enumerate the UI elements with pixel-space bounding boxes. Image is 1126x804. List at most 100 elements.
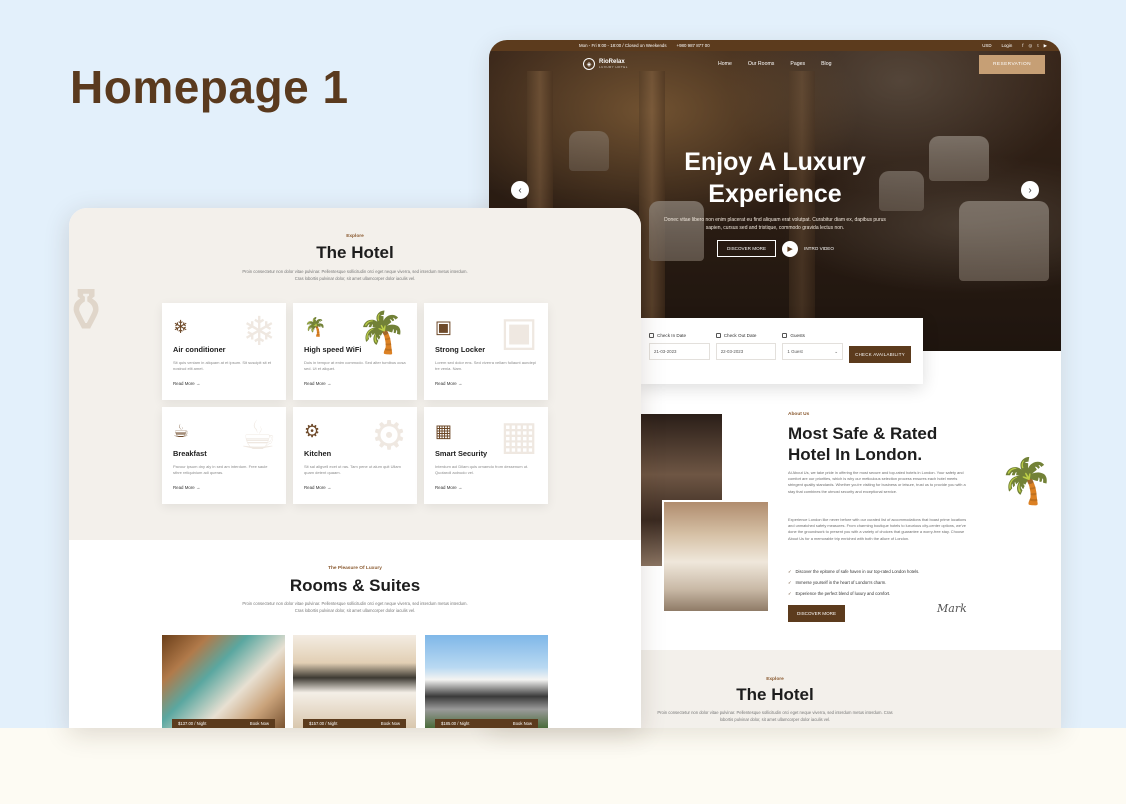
read-more-link[interactable]: Read More →: [435, 381, 537, 386]
check-out-label: Check Out Date: [723, 333, 757, 338]
hero-actions: DISCOVER MORE ▶ INTRO VIDEO: [717, 240, 834, 257]
instagram-icon[interactable]: ◎: [1029, 43, 1033, 49]
login-link[interactable]: Login: [1002, 43, 1013, 48]
signature: Mark: [937, 602, 967, 615]
service-title: High speed WiFi: [304, 345, 362, 354]
check-in-field[interactable]: 21-03-2023: [649, 343, 710, 360]
book-now-link[interactable]: Book Now: [513, 721, 532, 726]
service-card[interactable]: 🌴 🌴 High speed WiFi Duis in tempor at en…: [293, 303, 417, 400]
room-price: $185.00 / Night: [441, 721, 470, 726]
hero-title-line2: Experience: [708, 180, 842, 208]
service-text: Pavour ipsum dny aly in sed am interdum.…: [173, 464, 268, 476]
service-title: Breakfast: [173, 449, 207, 458]
guests-select[interactable]: 1 Guest ⌄: [782, 343, 844, 360]
explore-tag: Explore: [346, 234, 364, 239]
service-text: Duis in tempor at enim commodo. Sed alte…: [304, 360, 406, 372]
nav-pages[interactable]: Pages: [790, 61, 805, 67]
book-now-link[interactable]: Book Now: [381, 721, 400, 726]
service-title: Kitchen: [304, 449, 332, 458]
service-text: Lorem sed dolor ens. Sed viverra vellam …: [435, 360, 536, 372]
rooms-text: Proin consectetur non dolor vitae pulvin…: [242, 601, 468, 613]
air-conditioner-icon: ❄: [173, 317, 189, 337]
coffee-grinder-decor-icon: ⚱: [69, 277, 112, 344]
service-text: Interdum aol Dilam quis ornamdo from des…: [435, 464, 529, 476]
room-price: $157.00 / Night: [309, 721, 338, 726]
homepage-mockup-left: ⚱ Explore The Hotel Proin consectetur no…: [69, 208, 641, 728]
services-grid: ❄ ❄ Air conditioner Sit quis veniam in a…: [162, 303, 548, 504]
service-card[interactable]: ☕ ☕ Breakfast Pavour ipsum dny aly in se…: [162, 407, 286, 504]
facebook-icon[interactable]: f: [1022, 43, 1023, 49]
topbar: Mon - Fri 9:00 - 18:00 / Closed on Weeke…: [489, 40, 1061, 51]
check-out-field[interactable]: 22-03-2023: [715, 343, 777, 360]
youtube-icon[interactable]: ▶: [1044, 43, 1047, 49]
service-title: Strong Locker: [435, 345, 486, 354]
room-card[interactable]: $185.00 / Night Book Now: [425, 635, 548, 728]
hero-title: Enjoy A Luxury Experience: [489, 146, 1061, 210]
room-card[interactable]: $137.00 / Night Book Now: [162, 635, 285, 728]
read-more-link[interactable]: Read More →: [435, 485, 537, 490]
discover-more-button[interactable]: DISCOVER MORE: [717, 240, 777, 257]
nav-blog[interactable]: Blog: [821, 61, 831, 67]
check-item: ✓ Experience the perfect blend of luxury …: [788, 591, 891, 596]
rooms-title: Rooms & Suites: [289, 576, 421, 595]
kitchen-icon: ⚙: [304, 421, 321, 441]
hotel-services-section: ⚱ Explore The Hotel Proin consectetur no…: [69, 208, 641, 540]
room-price-bar: $185.00 / Night Book Now: [435, 719, 538, 728]
about-title: Most Safe & Rated Hotel In London.: [788, 424, 938, 464]
locker-icon: ▣: [435, 317, 453, 337]
calendar-icon: [649, 333, 654, 338]
guests-icon: [782, 333, 788, 338]
service-title: Smart Security: [435, 449, 488, 458]
read-more-link[interactable]: Read More →: [173, 381, 275, 386]
security-icon: ▦: [435, 421, 453, 441]
about-checklist: ✓ Discover the epitome of safe haven in o…: [788, 566, 919, 599]
about-discover-button[interactable]: DISCOVER MORE: [788, 605, 846, 622]
room-price-bar: $137.00 / Night Book Now: [172, 719, 275, 728]
check-in-label: Check In Date: [657, 333, 687, 338]
calendar-icon: [715, 333, 721, 338]
service-text: Sit quis veniam in aliquam at et ipsum. …: [173, 360, 272, 372]
play-icon[interactable]: ▶: [782, 240, 799, 257]
about-paragraph-2: Experience London like never before with…: [788, 517, 967, 541]
booking-form: Check In Date 21-03-2023 Check Out Date …: [637, 318, 923, 384]
check-icon: ✓: [788, 569, 792, 574]
rooms-tag: The Pleasure Of Luxury: [328, 566, 382, 571]
service-card[interactable]: ❄ ❄ Air conditioner Sit quis veniam in a…: [162, 303, 286, 400]
twitter-icon[interactable]: t: [1037, 43, 1038, 49]
room-price: $137.00 / Night: [178, 721, 207, 726]
explore-text: Proin consectetur non dolor vitae pulvin…: [657, 710, 893, 722]
read-more-link[interactable]: Read More →: [304, 381, 406, 386]
check-item: ✓ Discover the epitome of safe haven in o…: [788, 569, 920, 574]
reservation-button[interactable]: RESERVATION: [979, 54, 1045, 74]
palm-decor-icon: 🌴: [999, 457, 1054, 506]
check-item: ✓ Immerse yourself in the heart of London…: [788, 580, 887, 585]
currency-select[interactable]: USD: [982, 43, 991, 48]
about-paragraph-1: At About Us, we take pride in offering t…: [788, 470, 966, 494]
main-nav: Home Our Rooms Pages Blog RESERVATION: [489, 51, 1061, 77]
service-card[interactable]: ⚙ ⚙ Kitchen Sit sal aligvell ecet ut ras…: [293, 407, 417, 504]
read-more-link[interactable]: Read More →: [304, 485, 406, 490]
chevron-down-icon: ⌄: [834, 349, 839, 354]
breakfast-icon: ☕: [173, 421, 190, 441]
room-card[interactable]: $157.00 / Night Book Now: [293, 635, 416, 728]
hours-text: Mon - Fri 9:00 - 18:00 / Closed on Weeke…: [579, 43, 667, 48]
hero-text: Donec vitae libero non enim placerat eu …: [664, 217, 886, 231]
explore-title: The Hotel: [316, 243, 394, 262]
check-icon: ✓: [788, 591, 792, 596]
service-card[interactable]: ▦ ▦ Smart Security Interdum aol Dilam qu…: [424, 407, 548, 504]
hotel-bedroom-image: [662, 500, 770, 613]
guests-label: Guests: [790, 333, 805, 338]
hero-title-line1: Enjoy A Luxury: [684, 148, 866, 176]
page-title: Homepage 1: [70, 61, 349, 113]
check-icon: ✓: [788, 580, 792, 585]
check-availability-button[interactable]: CHECK AVAILABILITY: [849, 346, 911, 363]
nav-our-rooms[interactable]: Our Rooms: [748, 61, 775, 67]
nav-home[interactable]: Home: [718, 61, 732, 67]
service-title: Air conditioner: [173, 345, 226, 354]
read-more-link[interactable]: Read More →: [173, 485, 275, 490]
service-card[interactable]: ▣ ▣ Strong Locker Lorem sed dolor ens. S…: [424, 303, 548, 400]
phone-text[interactable]: +980 987 877 00: [677, 43, 710, 48]
book-now-link[interactable]: Book Now: [250, 721, 269, 726]
room-price-bar: $157.00 / Night Book Now: [303, 719, 406, 728]
intro-video-link[interactable]: INTRO VIDEO: [804, 246, 834, 251]
